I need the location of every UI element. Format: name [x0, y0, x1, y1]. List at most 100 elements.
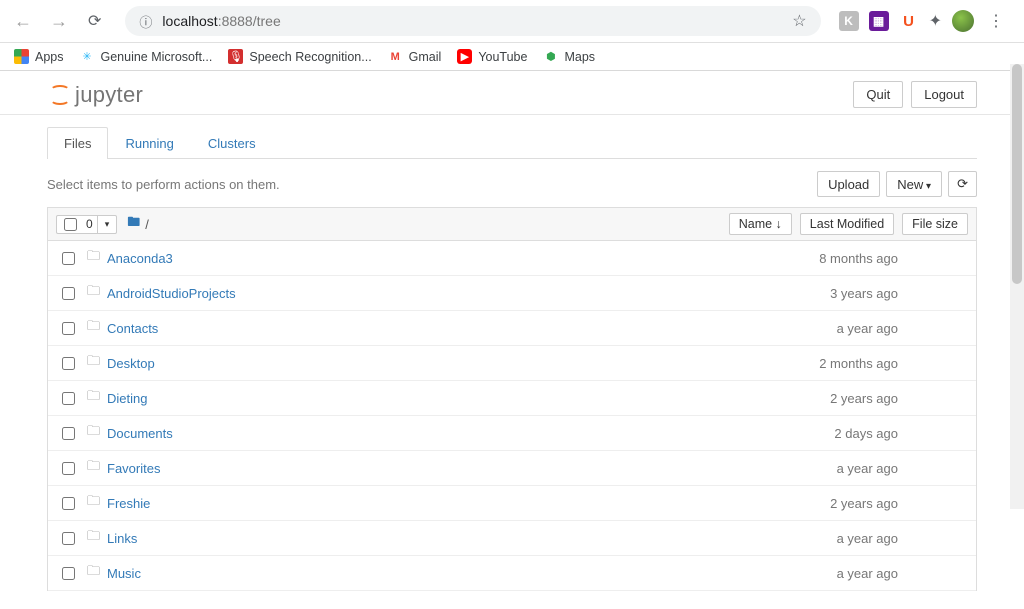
forward-button[interactable]: → [46, 11, 72, 32]
file-row: 🗀Freshie2 years ago [48, 486, 976, 521]
gmail-icon: M [388, 49, 403, 64]
bookmark-item[interactable]: 🎙 Speech Recognition... [228, 49, 371, 64]
file-modified: 3 years ago [830, 286, 968, 301]
folder-icon: 🗀 [87, 457, 101, 479]
file-link[interactable]: Dieting [107, 391, 147, 406]
file-checkbox[interactable] [62, 462, 75, 475]
browser-menu-icon[interactable]: ⋮ [984, 11, 1008, 31]
file-checkbox[interactable] [62, 392, 75, 405]
select-all-group: 0 ▾ [56, 215, 117, 234]
folder-icon: 🗀 [87, 282, 101, 304]
folder-icon: 🗀 [87, 247, 101, 269]
extension-icon[interactable]: K [839, 11, 859, 31]
scrollbar-thumb[interactable] [1012, 64, 1022, 284]
bookmark-gmail[interactable]: M Gmail [388, 49, 442, 64]
file-link[interactable]: Anaconda3 [107, 251, 173, 266]
url-path: :8888/tree [218, 13, 281, 29]
jupyter-orb-icon [47, 84, 69, 106]
tab-files[interactable]: Files [47, 127, 108, 159]
file-checkbox[interactable] [62, 427, 75, 440]
sort-modified-button[interactable]: Last Modified [800, 213, 894, 235]
file-link[interactable]: Music [107, 566, 141, 581]
file-link[interactable]: Desktop [107, 356, 155, 371]
sort-arrow-icon: ↓ [776, 217, 782, 231]
bookmark-label: Maps [564, 50, 595, 64]
file-modified: a year ago [837, 461, 968, 476]
jupyter-brand-text: jupyter [75, 82, 143, 108]
select-dropdown-caret[interactable]: ▾ [97, 216, 117, 233]
selected-count: 0 [82, 217, 97, 231]
quit-button[interactable]: Quit [853, 81, 903, 108]
scrollbar-track[interactable] [1010, 64, 1024, 509]
file-link[interactable]: Documents [107, 426, 173, 441]
file-link[interactable]: Favorites [107, 461, 160, 476]
file-checkbox[interactable] [62, 357, 75, 370]
select-all-checkbox[interactable] [64, 218, 77, 231]
bookmark-label: YouTube [478, 50, 527, 64]
extension-icon[interactable]: U [899, 11, 919, 31]
file-link[interactable]: AndroidStudioProjects [107, 286, 236, 301]
reload-button[interactable]: ⟳ [82, 11, 107, 31]
bookmark-label: Gmail [409, 50, 442, 64]
folder-icon[interactable]: 🖿 [127, 213, 140, 235]
file-row: 🗀 Anaconda3 8 months ago [48, 241, 976, 276]
file-modified: 2 months ago [819, 356, 968, 371]
file-row: 🗀 Contacts a year ago [48, 311, 976, 346]
maps-icon: ⬢ [543, 49, 558, 64]
site-info-icon[interactable]: ⓘ [139, 12, 152, 31]
file-checkbox[interactable] [62, 497, 75, 510]
file-link[interactable]: Links [107, 531, 137, 546]
file-row: 🗀 Favorites a year ago [48, 451, 976, 486]
file-checkbox[interactable] [62, 532, 75, 545]
selection-hint: Select items to perform actions on them. [47, 177, 280, 192]
bookmark-item[interactable]: ✳Genuine Microsoft... [80, 49, 213, 64]
profile-avatar[interactable] [952, 10, 974, 32]
main-container: Files Running Clusters Select items to p… [37, 127, 987, 609]
sort-name-button[interactable]: Name ↓ [729, 213, 792, 235]
speech-icon: 🎙 [228, 49, 243, 64]
file-modified: a year ago [837, 321, 968, 336]
file-modified: 8 months ago [819, 251, 968, 266]
file-row: 🗀 Desktop 2 months ago [48, 346, 976, 381]
sort-size-button[interactable]: File size [902, 213, 968, 235]
bookmark-star-icon[interactable]: ☆ [792, 11, 806, 31]
url-host: localhost [162, 13, 217, 29]
file-modified: a year ago [837, 531, 968, 546]
new-button[interactable]: New [886, 171, 942, 197]
folder-icon: 🗀 [87, 352, 101, 374]
bookmark-apps[interactable]: Apps [14, 49, 64, 64]
bookmarks-bar: Apps ✳Genuine Microsoft... 🎙 Speech Recog… [0, 43, 1024, 71]
file-row: 🗀Linksa year ago [48, 521, 976, 556]
refresh-button[interactable]: ⟳ [948, 171, 977, 197]
file-checkbox[interactable] [62, 567, 75, 580]
tab-running[interactable]: Running [108, 127, 190, 159]
bookmark-youtube[interactable]: ▶ YouTube [457, 49, 527, 64]
logout-button[interactable]: Logout [911, 81, 977, 108]
file-link[interactable]: Freshie [107, 496, 150, 511]
file-row: 🗀Musica year ago [48, 556, 976, 591]
back-button[interactable]: ← [10, 11, 36, 32]
tab-clusters[interactable]: Clusters [191, 127, 273, 159]
file-checkbox[interactable] [62, 322, 75, 335]
file-checkbox[interactable] [62, 287, 75, 300]
bookmark-label: Speech Recognition... [249, 50, 371, 64]
upload-button[interactable]: Upload [817, 171, 880, 197]
youtube-icon: ▶ [457, 49, 472, 64]
file-modified: a year ago [837, 566, 968, 581]
breadcrumb-root[interactable]: / [145, 217, 149, 232]
file-link[interactable]: Contacts [107, 321, 158, 336]
file-row: 🗀 AndroidStudioProjects 3 years ago [48, 276, 976, 311]
folder-icon: 🗀 [87, 492, 101, 514]
jupyter-logo[interactable]: jupyter [47, 82, 143, 108]
bookmark-maps[interactable]: ⬢ Maps [543, 49, 595, 64]
jupyter-header: jupyter Quit Logout [37, 71, 987, 114]
file-checkbox[interactable] [62, 252, 75, 265]
list-header: 0 ▾ 🖿 / Name ↓ Last Modified File size [47, 207, 977, 241]
bookmark-label: Apps [35, 50, 64, 64]
folder-icon: 🗀 [87, 317, 101, 339]
snowflake-icon: ✳ [80, 49, 95, 64]
address-bar[interactable]: ⓘ localhost:8888/tree ☆ [125, 6, 820, 36]
extensions-menu-icon[interactable]: ✦ [929, 11, 942, 31]
extension-icon[interactable]: ▦ [869, 11, 889, 31]
tabs: Files Running Clusters [47, 127, 977, 159]
